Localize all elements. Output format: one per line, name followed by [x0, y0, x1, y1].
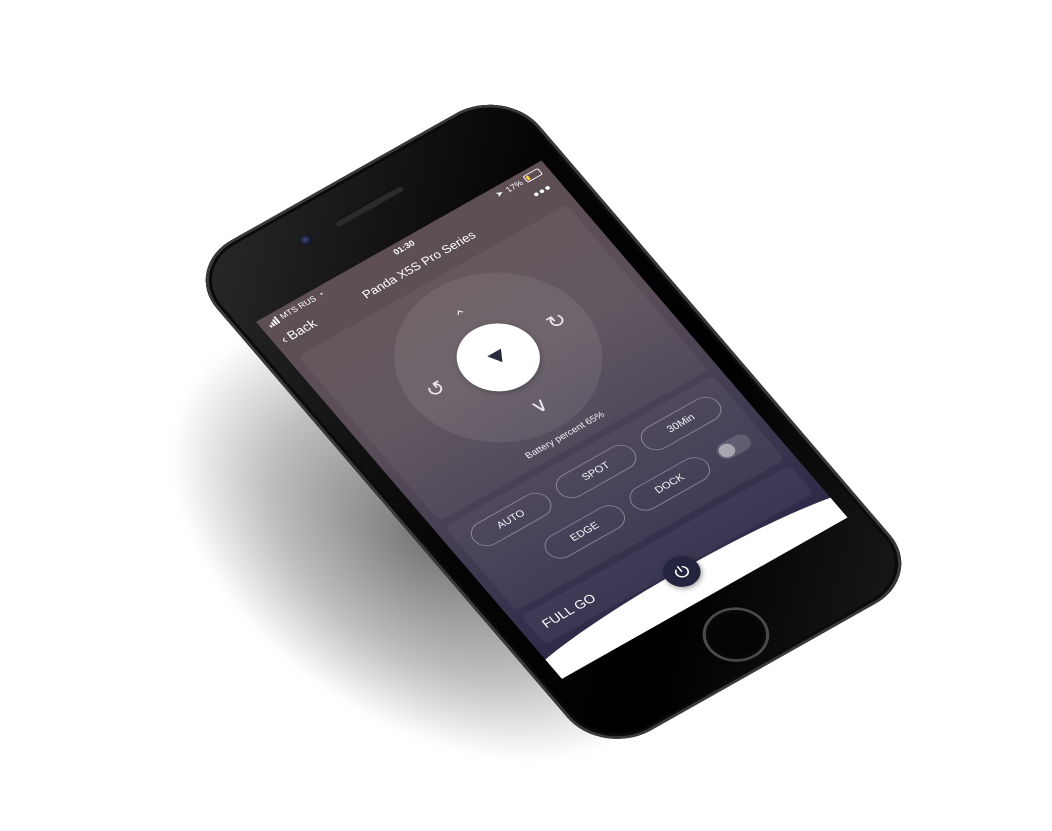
- start-button[interactable]: [440, 310, 557, 405]
- toggle-knob: [715, 441, 739, 460]
- play-icon: [487, 348, 503, 363]
- full-go-label: FULL GO: [538, 590, 599, 631]
- scene: MTS RUS ◔ 01:30 ➤ 17% ‹ Back Panda X5S P…: [0, 0, 1052, 831]
- dock-button[interactable]: DOCK: [623, 452, 717, 516]
- chevron-up-icon[interactable]: ‸: [434, 290, 478, 325]
- edge-mode-button[interactable]: EDGE: [538, 500, 632, 564]
- rotate-left-icon[interactable]: ↺: [417, 374, 461, 409]
- power-icon: [674, 565, 690, 578]
- mode-toggle-switch[interactable]: [712, 431, 756, 463]
- chevron-down-icon[interactable]: ∨: [520, 391, 564, 426]
- rotate-right-icon[interactable]: ↻: [538, 306, 582, 341]
